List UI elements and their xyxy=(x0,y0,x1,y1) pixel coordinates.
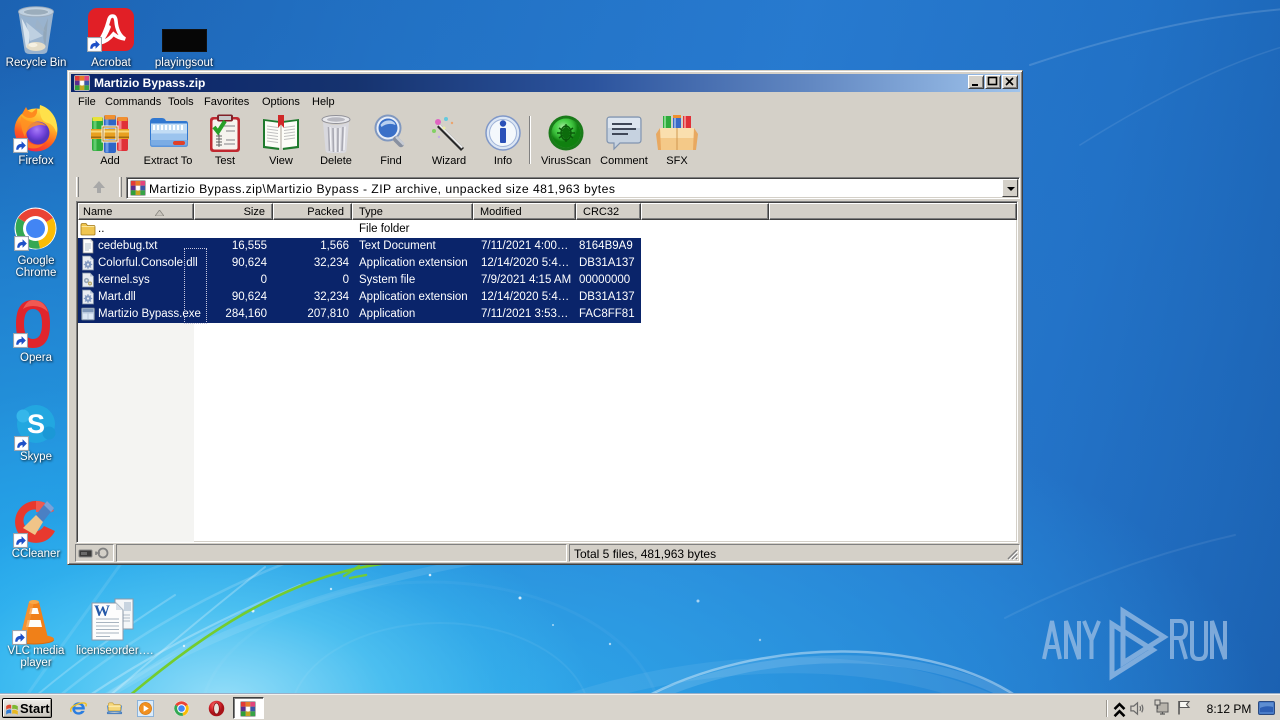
svg-text:W: W xyxy=(94,603,110,620)
svg-text:S: S xyxy=(27,409,45,439)
